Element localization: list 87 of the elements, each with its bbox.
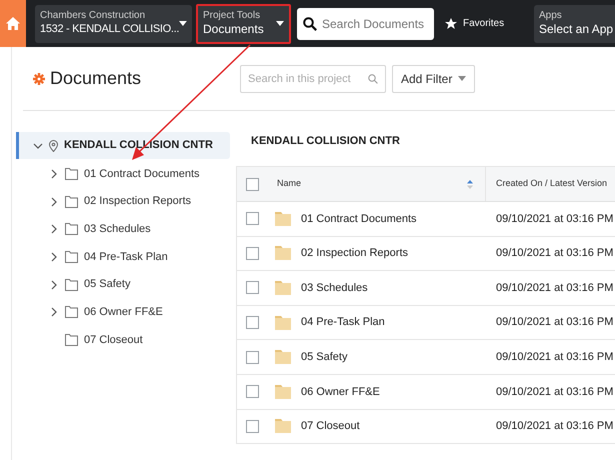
tree-item[interactable]: 06 Owner FF&E — [12, 298, 236, 326]
folder-icon — [275, 419, 291, 434]
search-icon — [368, 74, 378, 84]
tree-item[interactable]: 07 Closeout — [12, 326, 236, 354]
table-cell-text: 04 Pre-Task Plan — [301, 315, 385, 330]
table-cell-text: 05 Safety — [301, 350, 348, 365]
table-cell-text: 07 Closeout — [301, 419, 360, 434]
chevron-right-icon[interactable] — [49, 307, 59, 318]
chevron-right-icon[interactable] — [49, 196, 59, 207]
dropdown-label: Apps — [539, 10, 563, 22]
chevron-right-icon[interactable] — [49, 168, 59, 179]
chevron-down-icon[interactable] — [33, 140, 43, 150]
page-title: Documents — [50, 67, 142, 90]
search-icon — [303, 16, 317, 30]
checkbox[interactable] — [246, 212, 258, 226]
caret-icon — [458, 76, 466, 81]
table-cell-text: 09/10/2021 at 03:16 PM — [495, 280, 614, 296]
gear-icon — [33, 72, 45, 84]
table-cell-text: 02 Inspection Reports — [301, 246, 408, 262]
tree-label: 07 Closeout — [84, 332, 143, 348]
tree-label: 05 Safety — [84, 277, 130, 292]
table-cell-text: 09/10/2021 at 03:16 PM — [495, 419, 614, 434]
folder-icon — [65, 168, 78, 180]
home-button[interactable] — [0, 0, 26, 47]
caret-icon — [179, 21, 187, 26]
folder-icon — [65, 334, 78, 346]
tree-item[interactable]: 05 Safety — [12, 270, 236, 298]
company-dropdown[interactable]: Chambers Construction 1532 - KENDALL COLLISIO... — [35, 4, 192, 42]
tree-item[interactable]: 02 Inspection Reports — [12, 188, 236, 216]
chevron-right-icon[interactable] — [49, 280, 59, 290]
folder-icon — [65, 196, 78, 208]
caret-icon — [276, 21, 284, 26]
add-filter-button[interactable]: Add Filter — [392, 64, 476, 92]
table-cell-text: 09/10/2021 at 03:16 PM — [495, 350, 614, 365]
folder-icon — [65, 250, 78, 263]
search-field[interactable]: Search Documents — [297, 8, 434, 40]
folder-icon — [275, 316, 291, 330]
dropdown-value: 1532 - KENDALL COLLISIO... — [40, 22, 180, 37]
column-header[interactable]: Created On / Latest Version — [485, 167, 615, 201]
tree-label: 01 Contract Documents — [84, 166, 200, 182]
tree-label: 06 Owner FF&E — [84, 305, 163, 320]
chevron-right-icon[interactable] — [49, 224, 59, 234]
folder-icon — [65, 223, 78, 236]
table-cell-text: 09/10/2021 at 03:16 PM — [495, 212, 614, 227]
tree-label: 02 Inspection Reports — [84, 194, 192, 210]
checkbox[interactable] — [246, 316, 258, 330]
folder-title: KENDALL COLLISION CNTR — [250, 134, 401, 149]
pin-icon — [49, 140, 58, 152]
checkbox[interactable] — [246, 350, 258, 364]
table-cell-text: 09/10/2021 at 03:16 PM — [495, 246, 614, 262]
tree-item[interactable]: 03 Schedules — [12, 215, 236, 244]
folder-icon — [65, 306, 78, 318]
folder-icon — [65, 278, 78, 291]
project-search-field[interactable]: Search in this project — [240, 64, 386, 92]
apps-dropdown[interactable]: Apps Select an App — [534, 4, 615, 42]
table-row[interactable]: 02 Inspection Reports 09/10/2021 at 03:16 PM — [237, 236, 615, 272]
table-cell-text: 03 Schedules — [301, 280, 368, 296]
folder-icon — [275, 350, 291, 364]
tree-item[interactable]: 04 Pre-Task Plan — [12, 243, 236, 271]
home-icon — [6, 17, 20, 30]
checkbox[interactable] — [246, 281, 258, 294]
tree-item[interactable]: 01 Contract Documents — [12, 160, 236, 188]
project-tools-dropdown[interactable]: Project Tools Documents — [196, 4, 291, 44]
folder-icon — [275, 246, 291, 260]
column-header[interactable]: Name — [267, 167, 485, 201]
table-cell-text: 01 Contract Documents — [301, 212, 417, 227]
tree-label: 04 Pre-Task Plan — [84, 250, 168, 265]
tree-label: 03 Schedules — [84, 222, 151, 237]
folder-icon — [275, 212, 291, 226]
table-cell-text: 06 Owner FF&E — [301, 384, 380, 400]
folder-icon — [275, 280, 291, 295]
checkbox[interactable] — [246, 420, 258, 433]
chevron-right-icon[interactable] — [49, 252, 59, 262]
star-icon — [445, 18, 457, 30]
sort-icon — [467, 180, 473, 188]
folder-icon — [275, 384, 291, 399]
favorites-button[interactable]: Favorites — [442, 8, 508, 38]
dropdown-value: Documents — [203, 22, 264, 38]
table-cell-text: 09/10/2021 at 03:16 PM — [495, 315, 614, 330]
table-cell-text: 09/10/2021 at 03:16 PM — [495, 384, 614, 400]
table-row[interactable]: 07 Closeout 09/10/2021 at 03:16 PM — [237, 410, 615, 444]
dropdown-label: Chambers Construction — [40, 10, 146, 23]
dropdown-label: Project Tools — [203, 10, 262, 22]
checkbox[interactable] — [246, 178, 258, 190]
checkbox[interactable] — [246, 246, 258, 260]
checkbox[interactable] — [246, 385, 258, 398]
dropdown-value: Select an App — [539, 22, 610, 38]
